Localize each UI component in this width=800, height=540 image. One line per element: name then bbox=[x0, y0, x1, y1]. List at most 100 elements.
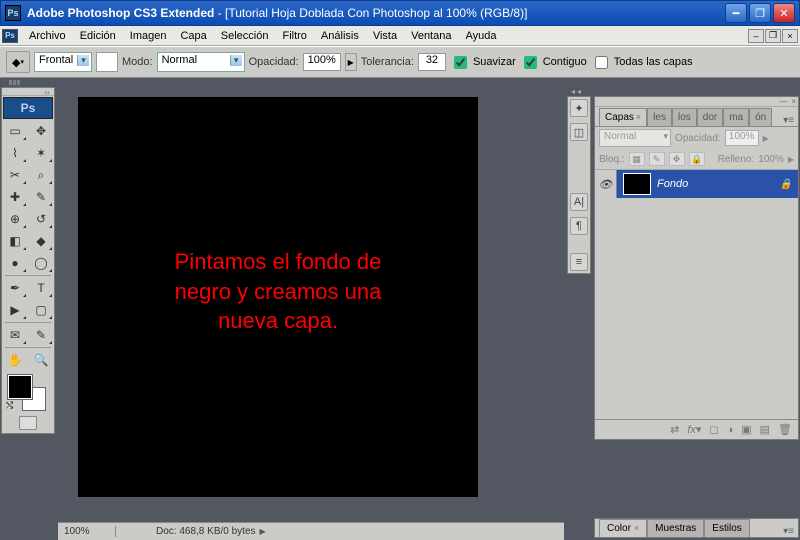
eyedropper-tool[interactable]: ✎ bbox=[28, 324, 54, 346]
tab-muestras[interactable]: Muestras bbox=[647, 519, 704, 537]
hand-tool[interactable]: ✋ bbox=[2, 349, 28, 371]
3d-view-dropdown[interactable]: Frontal bbox=[34, 52, 92, 72]
layer-lock-icon: 🔒 bbox=[780, 179, 792, 190]
tab-info[interactable]: ón bbox=[749, 108, 772, 126]
lock-transparency-icon[interactable]: ▦ bbox=[629, 152, 645, 166]
app-menu-icon[interactable]: Ps bbox=[2, 29, 18, 43]
status-flyout[interactable]: ▶ bbox=[260, 527, 266, 536]
layer-name-label[interactable]: Fondo bbox=[657, 178, 780, 190]
tab-estilos[interactable]: Estilos bbox=[704, 519, 749, 537]
layer-mask-icon[interactable]: ◻ bbox=[709, 423, 718, 436]
toolbox-handle[interactable]: ›› bbox=[2, 88, 54, 96]
layer-fill-field[interactable]: 100% bbox=[758, 154, 784, 165]
panel-close-icon[interactable]: × bbox=[791, 97, 796, 106]
notes-tool[interactable]: ✉ bbox=[2, 324, 28, 346]
contiguous-checkbox[interactable]: Contiguo bbox=[520, 53, 587, 72]
menu-capa[interactable]: Capa bbox=[173, 28, 213, 44]
tool-preset-picker[interactable]: ◆▾ bbox=[6, 51, 30, 73]
close-button[interactable]: ✕ bbox=[773, 3, 795, 23]
layer-style-icon[interactable]: fx▾ bbox=[687, 423, 701, 436]
history-brush-tool[interactable]: ↺ bbox=[28, 208, 54, 230]
layer-thumbnail[interactable] bbox=[623, 173, 651, 195]
blur-tool[interactable]: ● bbox=[2, 252, 28, 274]
menu-analisis[interactable]: Análisis bbox=[314, 28, 366, 44]
layer-blend-mode-dropdown[interactable]: Normal bbox=[599, 129, 671, 147]
blend-mode-dropdown[interactable]: Normal bbox=[157, 52, 245, 72]
layer-opacity-field[interactable]: 100% bbox=[725, 130, 759, 146]
menu-ayuda[interactable]: Ayuda bbox=[458, 28, 503, 44]
color-panel-menu-icon[interactable]: ▾≡ bbox=[783, 526, 794, 537]
fill-flyout-icon[interactable]: ▶ bbox=[788, 155, 794, 164]
mdi-close-button[interactable]: × bbox=[782, 29, 798, 43]
slice-tool[interactable]: ⌕ bbox=[28, 164, 54, 186]
all-layers-checkbox[interactable]: Todas las capas bbox=[591, 53, 693, 72]
lock-position-icon[interactable]: ✥ bbox=[669, 152, 685, 166]
new-layer-icon[interactable]: ▤ bbox=[760, 423, 770, 436]
shape-tool[interactable]: ▢ bbox=[28, 299, 54, 321]
app-icon: Ps bbox=[5, 5, 21, 21]
tab-acciones[interactable]: ma bbox=[723, 108, 749, 126]
swap-colors-icon[interactable]: ⤭ bbox=[6, 400, 13, 411]
quick-select-tool[interactable]: ✶ bbox=[28, 142, 54, 164]
path-select-tool[interactable]: ▶ bbox=[2, 299, 28, 321]
menu-ventana[interactable]: Ventana bbox=[404, 28, 458, 44]
dock-collapse-arrows[interactable]: ◂◂ bbox=[567, 87, 587, 96]
tab-color[interactable]: Color× bbox=[599, 519, 647, 537]
type-tool[interactable]: T bbox=[28, 277, 54, 299]
bucket-tool[interactable]: ◆ bbox=[28, 230, 54, 252]
quick-mask-toggle[interactable] bbox=[2, 413, 54, 433]
mdi-restore-button[interactable]: ❐ bbox=[765, 29, 781, 43]
minimize-button[interactable]: ━ bbox=[725, 3, 747, 23]
link-layers-icon[interactable]: ⇄ bbox=[670, 423, 679, 436]
antialias-checkbox[interactable]: Suavizar bbox=[450, 53, 516, 72]
histogram-icon[interactable]: ◫ bbox=[570, 123, 588, 141]
canvas[interactable]: Pintamos el fondo de negro y creamos una… bbox=[78, 97, 478, 497]
menu-seleccion[interactable]: Selección bbox=[214, 28, 276, 44]
zoom-level-field[interactable]: 100% bbox=[58, 526, 116, 537]
panel-menu-icon[interactable]: ▾≡ bbox=[783, 115, 794, 126]
layer-row-fondo[interactable]: 👁 Fondo 🔒 bbox=[595, 170, 798, 198]
new-group-icon[interactable]: ▣ bbox=[741, 423, 751, 436]
fill-swatch[interactable] bbox=[96, 52, 118, 72]
foreground-color-swatch[interactable] bbox=[8, 375, 32, 399]
opacity-label: Opacidad: bbox=[249, 56, 299, 68]
maximize-button[interactable]: ❐ bbox=[749, 3, 771, 23]
marquee-tool[interactable]: ▭ bbox=[2, 120, 28, 142]
opacity-flyout[interactable]: ▶ bbox=[345, 53, 357, 71]
tab-canales[interactable]: les bbox=[647, 108, 672, 126]
delete-layer-icon[interactable]: 🗑 bbox=[778, 423, 792, 436]
menu-filtro[interactable]: Filtro bbox=[275, 28, 313, 44]
stamp-tool[interactable]: ⊕ bbox=[2, 208, 28, 230]
tab-trazados[interactable]: los bbox=[672, 108, 697, 126]
navigator-icon[interactable]: ✦ bbox=[570, 99, 588, 117]
opacity-flyout-icon[interactable]: ▶ bbox=[763, 134, 769, 143]
pen-tool[interactable]: ✒ bbox=[2, 277, 28, 299]
tolerance-field[interactable]: 32 bbox=[418, 53, 446, 71]
brush-tool[interactable]: ✎ bbox=[28, 186, 54, 208]
menu-vista[interactable]: Vista bbox=[366, 28, 404, 44]
lasso-tool[interactable]: ⌇ bbox=[2, 142, 28, 164]
opacity-field[interactable]: 100% bbox=[303, 53, 341, 71]
move-tool[interactable]: ✥ bbox=[28, 120, 54, 142]
healing-tool[interactable]: ✚ bbox=[2, 186, 28, 208]
toolbox-grip[interactable] bbox=[0, 78, 28, 87]
dodge-tool[interactable]: ◯ bbox=[28, 252, 54, 274]
lock-pixels-icon[interactable]: ✎ bbox=[649, 152, 665, 166]
menu-archivo[interactable]: Archivo bbox=[22, 28, 73, 44]
menu-imagen[interactable]: Imagen bbox=[123, 28, 174, 44]
doc-size-label: Doc: 468,8 KB/0 bytes bbox=[116, 526, 256, 537]
tab-capas[interactable]: Capas× bbox=[599, 108, 647, 126]
lock-all-icon[interactable]: 🔒 bbox=[689, 152, 705, 166]
mdi-minimize-button[interactable]: – bbox=[748, 29, 764, 43]
zoom-tool[interactable]: 🔍 bbox=[28, 349, 54, 371]
layer-visibility-icon[interactable]: 👁 bbox=[595, 170, 617, 198]
tab-historia[interactable]: dor bbox=[697, 108, 723, 126]
crop-tool[interactable]: ✂ bbox=[2, 164, 28, 186]
menu-edicion[interactable]: Edición bbox=[73, 28, 123, 44]
panel-minimize-icon[interactable]: — bbox=[779, 97, 787, 106]
eraser-tool[interactable]: ◧ bbox=[2, 230, 28, 252]
adjustment-layer-icon[interactable]: ◑ bbox=[727, 424, 734, 436]
character-icon[interactable]: A| bbox=[570, 193, 588, 211]
brushes-icon[interactable]: ≡ bbox=[570, 253, 588, 271]
paragraph-icon[interactable]: ¶ bbox=[570, 217, 588, 235]
